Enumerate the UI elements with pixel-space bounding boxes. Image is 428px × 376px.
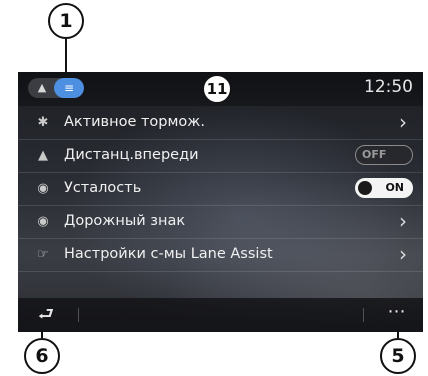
more-icon: ⋯ xyxy=(387,301,407,322)
divider xyxy=(363,308,364,322)
list-view-icon[interactable]: ≡ xyxy=(54,78,84,98)
toggle-state: OFF xyxy=(362,148,387,161)
callout-1: 1 xyxy=(48,3,84,39)
fatigue-toggle[interactable]: ON xyxy=(355,178,413,198)
speed-sign-icon: ◉ xyxy=(37,214,49,229)
more-button[interactable]: ⋯ xyxy=(379,302,415,328)
view-switch[interactable]: ▲ ≡ xyxy=(28,78,84,98)
divider xyxy=(78,308,79,322)
infotainment-screen: ▲ ≡ 11 12:50 ✱ Активное тормож. › ▲ Дист… xyxy=(18,72,423,332)
chevron-right-icon: › xyxy=(399,209,407,233)
callout-11: 11 xyxy=(203,75,231,103)
menu-item-label: Дорожный знак xyxy=(64,213,186,229)
toggle-knob xyxy=(358,181,372,195)
menu-item-fatigue[interactable]: ◉ Усталость ON xyxy=(18,173,423,206)
lane-assist-icon: ☞ xyxy=(37,247,49,262)
callout-6: 6 xyxy=(24,338,60,374)
distance-icon: ▲ xyxy=(38,148,48,163)
eye-icon: ◉ xyxy=(37,181,49,196)
menu-item-label: Настройки с-мы Lane Assist xyxy=(64,246,273,262)
menu-item-label: Активное тормож. xyxy=(64,114,205,130)
back-icon: ⮐ xyxy=(37,304,55,325)
callout-5: 5 xyxy=(380,338,416,374)
menu-item-active-braking[interactable]: ✱ Активное тормож. › xyxy=(18,107,423,140)
toggle-state: ON xyxy=(385,181,404,194)
clock: 12:50 xyxy=(364,77,413,97)
bottom-bar: ⮐ ⋯ xyxy=(18,298,423,332)
back-button[interactable]: ⮐ xyxy=(28,302,64,328)
menu-item-distance-ahead[interactable]: ▲ Дистанц.впереди OFF xyxy=(18,140,423,173)
top-bar: ▲ ≡ 11 12:50 xyxy=(18,72,423,106)
chevron-right-icon: › xyxy=(399,242,407,266)
menu-item-lane-assist[interactable]: ☞ Настройки с-мы Lane Assist › xyxy=(18,239,423,272)
menu-item-label: Дистанц.впереди xyxy=(64,147,199,163)
brake-icon: ✱ xyxy=(37,115,49,130)
distance-toggle[interactable]: OFF xyxy=(355,145,413,165)
chevron-right-icon: › xyxy=(399,110,407,134)
car-view-icon[interactable]: ▲ xyxy=(28,78,56,98)
menu-item-label: Усталость xyxy=(64,180,142,196)
menu-item-road-sign[interactable]: ◉ Дорожный знак › xyxy=(18,206,423,239)
